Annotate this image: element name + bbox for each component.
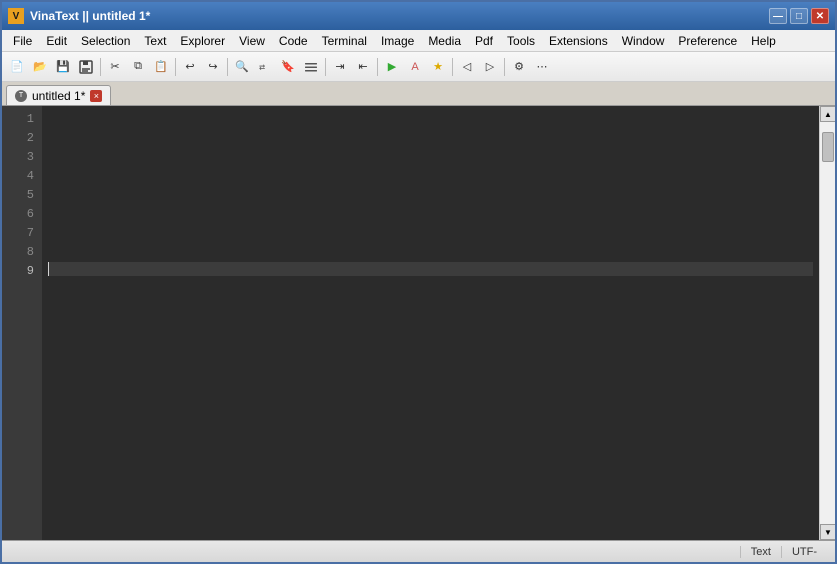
scroll-up-button[interactable]: ▲ — [820, 106, 835, 122]
find-button[interactable]: 🔍 — [231, 56, 253, 78]
minimize-button[interactable]: — — [769, 8, 787, 24]
editor-line — [48, 148, 813, 167]
undo-button[interactable]: ↩ — [179, 56, 201, 78]
menu-tools[interactable]: Tools — [500, 32, 542, 50]
menu-edit[interactable]: Edit — [39, 32, 74, 50]
line-numbers: 1 2 3 4 5 6 7 8 9 — [2, 106, 42, 540]
highlight-button[interactable]: A — [404, 56, 426, 78]
cut-button[interactable]: ✂ — [104, 56, 126, 78]
status-bar: Text UTF- — [2, 540, 835, 562]
replace-button[interactable]: ⇄ — [254, 56, 276, 78]
title-bar: V VinaText || untitled 1* — □ ✕ — [2, 2, 835, 30]
editor-line — [48, 186, 813, 205]
menu-preference[interactable]: Preference — [671, 32, 744, 50]
line-number: 7 — [2, 224, 34, 243]
indent-button[interactable]: ⇥ — [329, 56, 351, 78]
menu-window[interactable]: Window — [615, 32, 672, 50]
status-encoding: UTF- — [781, 546, 827, 558]
editor[interactable] — [42, 106, 819, 540]
editor-line — [48, 243, 813, 262]
prev-tab-button[interactable]: ◁ — [456, 56, 478, 78]
new-file-button[interactable]: 📄 — [6, 56, 28, 78]
scroll-track[interactable] — [820, 122, 835, 524]
scroll-thumb[interactable] — [822, 132, 834, 162]
menu-selection[interactable]: Selection — [74, 32, 137, 50]
line-number: 5 — [2, 186, 34, 205]
line-number: 4 — [2, 167, 34, 186]
tab-untitled1[interactable]: T untitled 1* × — [6, 85, 111, 105]
main-window: V VinaText || untitled 1* — □ ✕ File Edi… — [0, 0, 837, 564]
line-number: 1 — [2, 110, 34, 129]
menu-file[interactable]: File — [6, 32, 39, 50]
next-tab-button[interactable]: ▷ — [479, 56, 501, 78]
separator-1 — [100, 58, 101, 76]
editor-line — [48, 224, 813, 243]
app-icon: V — [8, 8, 24, 24]
menu-extensions[interactable]: Extensions — [542, 32, 615, 50]
tab-label: untitled 1* — [32, 89, 85, 103]
bookmark-button[interactable]: 🔖 — [277, 56, 299, 78]
editor-line — [48, 167, 813, 186]
text-cursor — [48, 262, 49, 276]
separator-5 — [377, 58, 378, 76]
menu-image[interactable]: Image — [374, 32, 421, 50]
separator-7 — [504, 58, 505, 76]
maximize-button[interactable]: □ — [790, 8, 808, 24]
menu-text[interactable]: Text — [137, 32, 173, 50]
menu-explorer[interactable]: Explorer — [173, 32, 232, 50]
menu-pdf[interactable]: Pdf — [468, 32, 500, 50]
redo-button[interactable]: ↪ — [202, 56, 224, 78]
editor-line — [48, 129, 813, 148]
menu-media[interactable]: Media — [421, 32, 468, 50]
current-editor-line — [48, 262, 813, 276]
save-button[interactable]: 💾 — [52, 56, 74, 78]
extra-button[interactable]: ⋯ — [531, 56, 553, 78]
outdent-button[interactable]: ⇤ — [352, 56, 374, 78]
menu-bar: File Edit Selection Text Explorer View C… — [2, 30, 835, 52]
editor-container: 1 2 3 4 5 6 7 8 9 — [2, 106, 835, 540]
more-button[interactable] — [300, 56, 322, 78]
separator-2 — [175, 58, 176, 76]
tab-file-icon: T — [15, 90, 27, 102]
line-number: 2 — [2, 129, 34, 148]
save-all-button[interactable] — [75, 56, 97, 78]
menu-terminal[interactable]: Terminal — [315, 32, 374, 50]
paste-button[interactable]: 📋 — [150, 56, 172, 78]
line-number: 9 — [2, 262, 34, 281]
tab-bar: T untitled 1* × — [2, 82, 835, 106]
svg-text:⇄: ⇄ — [259, 62, 265, 73]
editor-line — [48, 110, 813, 129]
menu-code[interactable]: Code — [272, 32, 315, 50]
menu-view[interactable]: View — [232, 32, 272, 50]
separator-3 — [227, 58, 228, 76]
settings-button[interactable]: ⚙ — [508, 56, 530, 78]
star-button[interactable]: ★ — [427, 56, 449, 78]
separator-6 — [452, 58, 453, 76]
status-text-mode: Text — [740, 546, 781, 558]
line-number: 3 — [2, 148, 34, 167]
scroll-down-button[interactable]: ▼ — [820, 524, 835, 540]
editor-content[interactable] — [42, 106, 819, 280]
line-number: 6 — [2, 205, 34, 224]
separator-4 — [325, 58, 326, 76]
close-button[interactable]: ✕ — [811, 8, 829, 24]
line-number: 8 — [2, 243, 34, 262]
window-controls: — □ ✕ — [769, 8, 829, 24]
copy-button[interactable]: ⧉ — [127, 56, 149, 78]
toolbar: 📄 📂 💾 ✂ ⧉ 📋 ↩ ↪ 🔍 ⇄ 🔖 — [2, 52, 835, 82]
open-file-button[interactable]: 📂 — [29, 56, 51, 78]
window-title: VinaText || untitled 1* — [30, 9, 769, 23]
menu-help[interactable]: Help — [744, 32, 783, 50]
editor-line — [48, 205, 813, 224]
tab-close-button[interactable]: × — [90, 90, 102, 102]
vertical-scrollbar[interactable]: ▲ ▼ — [819, 106, 835, 540]
run-button[interactable]: ▶ — [381, 56, 403, 78]
